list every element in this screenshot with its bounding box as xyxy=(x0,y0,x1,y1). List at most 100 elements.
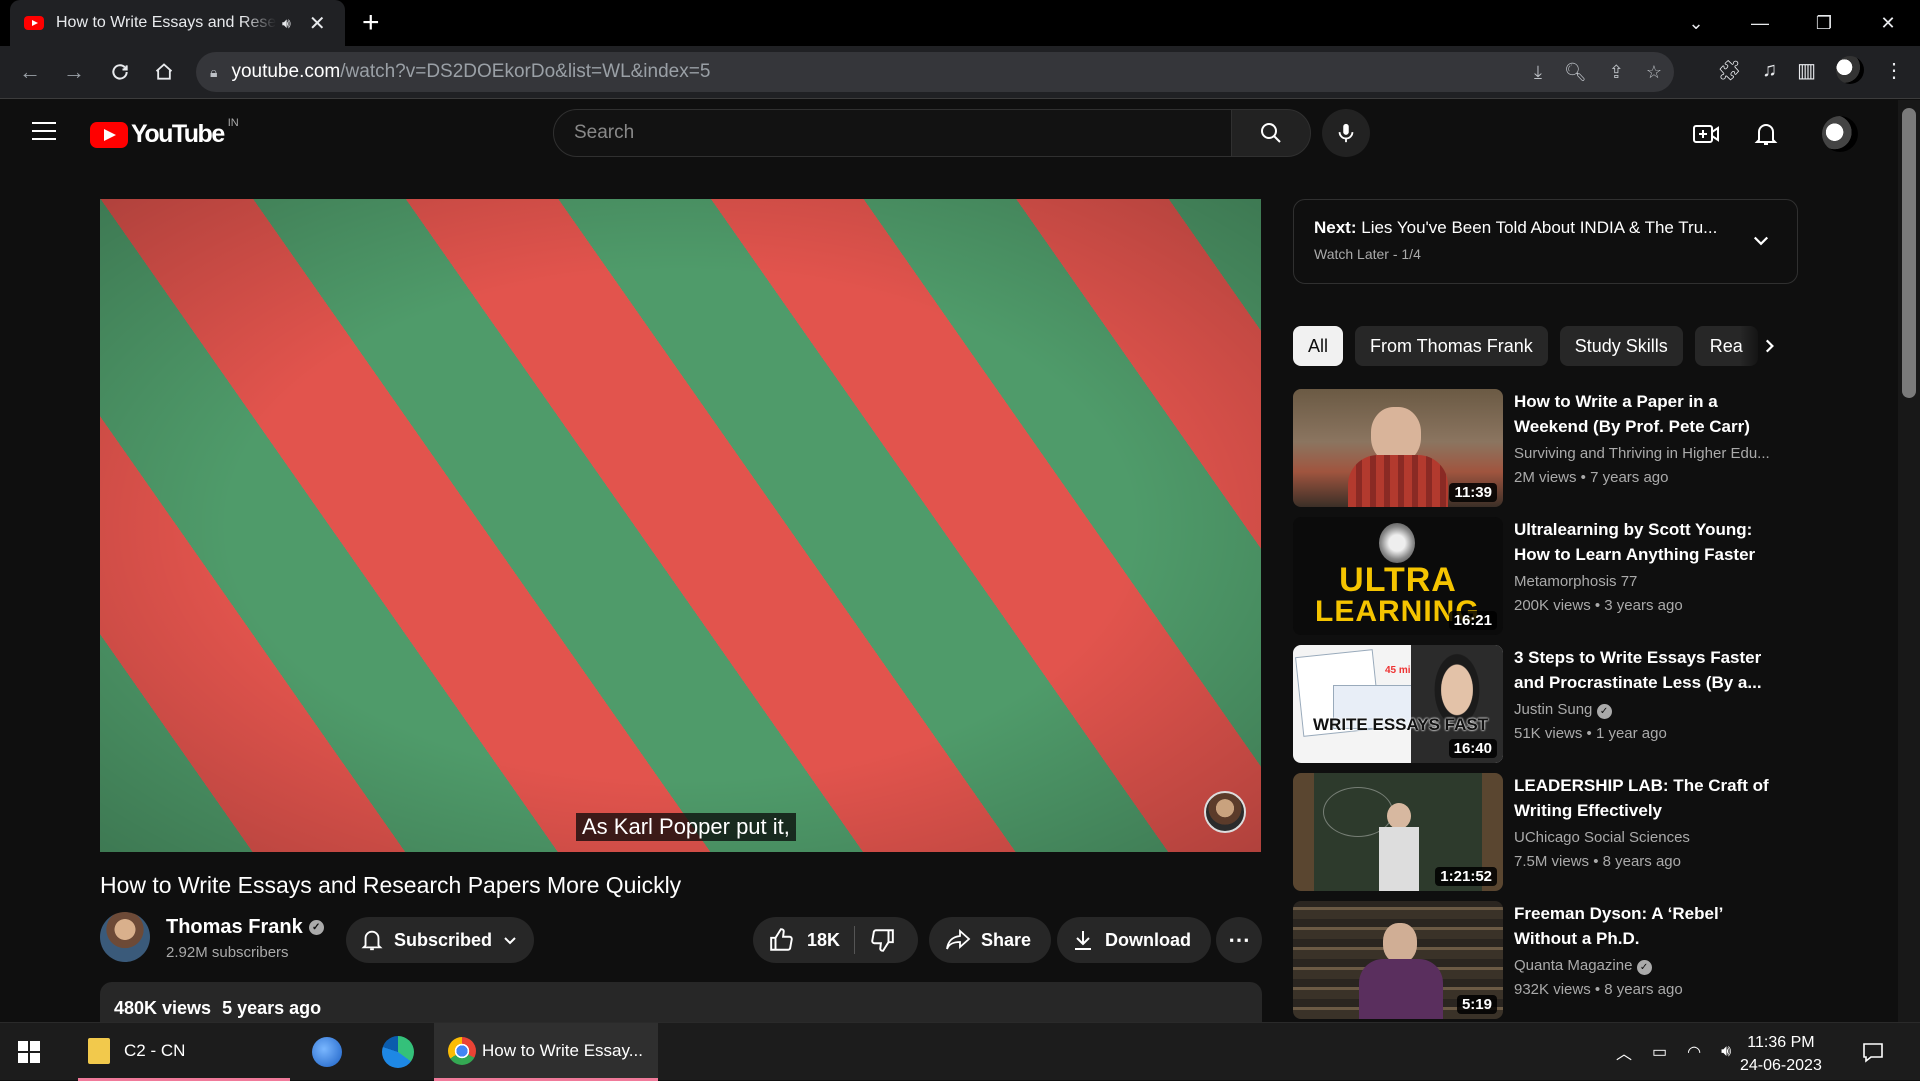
thumbs-down-icon[interactable] xyxy=(869,927,895,953)
browser-tab[interactable]: How to Write Essays and Research Papers … xyxy=(10,0,345,46)
taskbar-clock[interactable]: 11:36 PM 24-06-2023 xyxy=(1740,1031,1822,1077)
rec-meta: 932K views • 8 years ago xyxy=(1514,981,1683,998)
outlook-app[interactable] xyxy=(312,1023,342,1081)
create-video-icon[interactable] xyxy=(1690,118,1722,150)
bookmark-star-icon[interactable]: ☆ xyxy=(1646,62,1662,83)
search-button[interactable] xyxy=(1231,109,1311,157)
taskbar-folder[interactable]: C2 - CN xyxy=(78,1023,290,1081)
lock-icon[interactable]: 🔒︎ xyxy=(210,64,217,81)
video-thumbnail[interactable]: 45 min WRITE ESSAYS FAST 16:40 xyxy=(1293,645,1503,763)
restore-button[interactable]: ❐ xyxy=(1792,0,1856,46)
rec-channel-name[interactable]: Justin Sung xyxy=(1514,701,1592,718)
recommendation-item[interactable]: 11:39 How to Write a Paper in a Weekend … xyxy=(1293,389,1798,507)
chip-study-skills[interactable]: Study Skills xyxy=(1559,326,1683,366)
recommendation-item[interactable]: ULTRA LEARNING 16:21 Ultralearning by Sc… xyxy=(1293,517,1798,635)
voice-search-button[interactable] xyxy=(1322,109,1370,157)
download-button[interactable]: Download xyxy=(1057,917,1211,963)
menu-hamburger-icon[interactable] xyxy=(32,122,56,140)
more-actions-button[interactable]: ⋯ xyxy=(1216,917,1262,963)
volume-icon[interactable]: 🔊︎ xyxy=(1721,1043,1731,1061)
rec-title[interactable]: LEADERSHIP LAB: The Craft of Writing Eff… xyxy=(1514,773,1784,823)
wifi-icon[interactable]: ◠ xyxy=(1687,1042,1701,1062)
youtube-logo[interactable]: YouTube IN xyxy=(90,116,239,149)
expand-chevron-icon[interactable] xyxy=(1751,230,1771,250)
share-page-icon[interactable]: ⇪ xyxy=(1609,62,1624,83)
browser-profile-avatar[interactable] xyxy=(1836,56,1864,84)
youtube-favicon-icon xyxy=(24,16,44,30)
subscriber-count: 2.92M subscribers xyxy=(166,944,289,961)
chip-all[interactable]: All xyxy=(1293,326,1344,366)
rec-channel[interactable]: Justin Sung ✓ xyxy=(1514,701,1784,719)
forward-button[interactable]: → xyxy=(58,56,90,88)
thumbs-up-icon[interactable] xyxy=(769,927,795,953)
video-duration: 16:21 xyxy=(1448,611,1497,630)
minimize-button[interactable]: — xyxy=(1728,0,1792,46)
url-path: /watch?v=DS2DOEkorDo&list=WL&index=5 xyxy=(340,61,711,82)
notifications-bell-icon[interactable] xyxy=(1750,118,1782,150)
extensions-puzzle-icon[interactable]: 🧩︎ xyxy=(1717,58,1742,83)
rec-title[interactable]: Freeman Dyson: A ‘Rebel’ Without a Ph.D. xyxy=(1514,901,1784,951)
channel-avatar[interactable] xyxy=(100,912,150,962)
rec-channel[interactable]: Quanta Magazine ✓ xyxy=(1514,957,1784,975)
rec-title[interactable]: Ultralearning by Scott Young: How to Lea… xyxy=(1514,517,1784,567)
taskbar-chrome[interactable]: How to Write Essay... xyxy=(434,1023,658,1081)
new-tab-button[interactable]: + xyxy=(362,6,380,40)
channel-name-row[interactable]: Thomas Frank ✓ xyxy=(166,916,324,939)
close-tab-icon[interactable]: ✕ xyxy=(309,11,326,36)
rec-meta: 2M views • 7 years ago xyxy=(1514,469,1669,486)
system-tray: ︿ ▭ ◠ 🔊︎ xyxy=(1616,1023,1731,1081)
scrollbar-thumb[interactable] xyxy=(1902,108,1916,398)
zoom-icon[interactable]: 🔍︎ xyxy=(1564,62,1587,83)
recommendation-item[interactable]: 45 min WRITE ESSAYS FAST 16:40 3 Steps t… xyxy=(1293,645,1798,763)
chips-next-button[interactable] xyxy=(1740,326,1798,366)
start-button[interactable] xyxy=(18,1023,40,1081)
side-panel-icon[interactable]: ▥ xyxy=(1797,58,1816,83)
edge-app[interactable] xyxy=(382,1023,414,1081)
country-code: IN xyxy=(227,116,239,129)
rec-title[interactable]: 3 Steps to Write Essays Faster and Procr… xyxy=(1514,645,1784,695)
install-app-icon[interactable]: ⤓ xyxy=(1534,62,1542,83)
channel-name[interactable]: Thomas Frank xyxy=(166,916,303,939)
rec-channel[interactable]: UChicago Social Sciences xyxy=(1514,829,1784,846)
address-bar[interactable]: 🔒︎ youtube.com/watch?v=DS2DOEkorDo&list=… xyxy=(196,52,1674,92)
subscribed-button[interactable]: Subscribed xyxy=(346,917,535,963)
battery-icon[interactable]: ▭ xyxy=(1652,1042,1667,1062)
next-prefix: Next: xyxy=(1314,218,1357,237)
media-controls-icon[interactable]: ♫ xyxy=(1762,59,1777,82)
share-button[interactable]: Share xyxy=(929,917,1052,963)
video-thumbnail[interactable]: ULTRA LEARNING 16:21 xyxy=(1293,517,1503,635)
rec-meta: 51K views • 1 year ago xyxy=(1514,725,1667,742)
tab-search-icon[interactable]: ⌄ xyxy=(1664,0,1728,46)
video-thumbnail[interactable]: 1:21:52 xyxy=(1293,773,1503,891)
channel-watermark[interactable] xyxy=(1204,791,1246,833)
reload-button[interactable] xyxy=(104,56,136,88)
thumb-essays-text: WRITE ESSAYS FAST xyxy=(1313,715,1489,734)
speaker-icon[interactable]: 🔊︎ xyxy=(282,15,291,32)
page-scrollbar[interactable] xyxy=(1898,100,1920,1022)
video-thumbnail[interactable]: 11:39 xyxy=(1293,389,1503,507)
rec-channel[interactable]: Metamorphosis 77 xyxy=(1514,573,1784,590)
search-icon xyxy=(1261,123,1281,143)
video-player[interactable]: As Karl Popper put it, xyxy=(100,199,1261,852)
search-input[interactable] xyxy=(574,122,1231,144)
close-window-button[interactable]: ✕ xyxy=(1856,0,1920,46)
chip-from-thomas-frank[interactable]: From Thomas Frank xyxy=(1355,326,1548,366)
rec-channel-name[interactable]: Quanta Magazine xyxy=(1514,957,1632,974)
recommendation-item[interactable]: 5:19 Freeman Dyson: A ‘Rebel’ Without a … xyxy=(1293,901,1798,1019)
home-button[interactable] xyxy=(148,56,180,88)
rec-channel[interactable]: Surviving and Thriving in Higher Edu... xyxy=(1514,445,1784,462)
video-caption: As Karl Popper put it, xyxy=(576,813,796,841)
account-avatar[interactable] xyxy=(1822,116,1858,152)
verified-check-icon: ✓ xyxy=(308,920,324,935)
show-hidden-icons-icon[interactable]: ︿ xyxy=(1616,1040,1632,1064)
browser-menu-icon[interactable]: ⋮ xyxy=(1884,58,1904,83)
like-count[interactable]: 18K xyxy=(807,930,840,951)
taskbar-folder-label: C2 - CN xyxy=(124,1040,186,1060)
notification-center-icon[interactable] xyxy=(1862,1023,1884,1081)
recommendation-item[interactable]: 1:21:52 LEADERSHIP LAB: The Craft of Wri… xyxy=(1293,773,1798,891)
playlist-panel[interactable]: Next: Lies You've Been Told About INDIA … xyxy=(1293,199,1798,284)
video-thumbnail[interactable]: 5:19 xyxy=(1293,901,1503,1019)
windows-logo-icon xyxy=(18,1041,40,1063)
back-button[interactable]: ← xyxy=(14,56,46,88)
rec-title[interactable]: How to Write a Paper in a Weekend (By Pr… xyxy=(1514,389,1784,439)
